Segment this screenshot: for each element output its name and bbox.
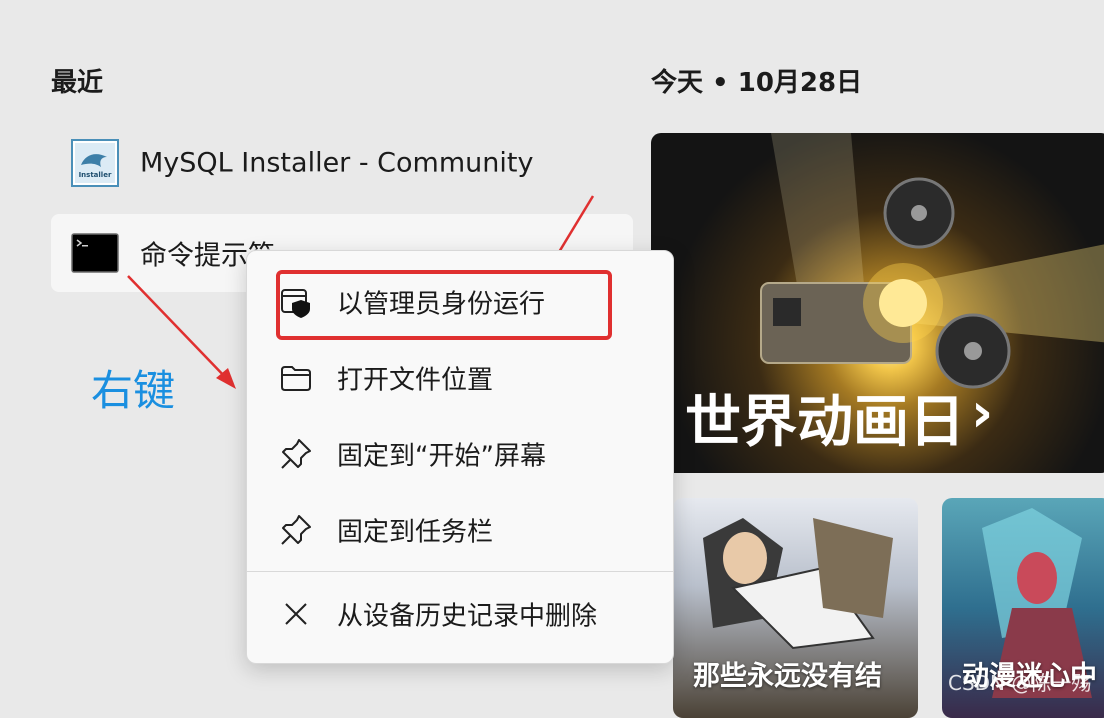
recent-item-label: MySQL Installer - Community <box>140 147 534 179</box>
menu-item-label: 打开文件位置 <box>337 365 494 396</box>
menu-item-remove-history[interactable]: 从设备历史记录中删除 <box>247 581 673 647</box>
pin-icon <box>281 515 311 545</box>
hero-card[interactable]: 世界动画日 › <box>651 133 1104 473</box>
command-prompt-icon <box>71 233 119 273</box>
menu-item-label: 固定到“开始”屏幕 <box>337 441 546 472</box>
hero-title: 世界动画日 <box>685 390 965 455</box>
menu-item-pin-taskbar[interactable]: 固定到任务栏 <box>247 497 673 563</box>
menu-item-label: 固定到任务栏 <box>337 517 494 548</box>
annotation-label: 右键 <box>91 366 176 415</box>
close-icon <box>285 603 307 625</box>
pin-icon <box>281 439 311 469</box>
mysql-installer-icon: Installer <box>71 139 119 187</box>
svg-text:Installer: Installer <box>79 171 112 179</box>
menu-divider <box>247 571 673 572</box>
menu-item-open-location[interactable]: 打开文件位置 <box>247 345 673 411</box>
folder-icon <box>281 366 311 391</box>
recent-title: 最近 <box>51 68 104 98</box>
highlight-box <box>276 270 612 340</box>
today-title: 今天 • 10月28日 <box>651 68 863 98</box>
news-card-1[interactable]: 那些永远没有结 <box>673 498 918 718</box>
recent-item-mysql[interactable]: Installer MySQL Installer - Community <box>51 124 633 202</box>
news-card-title: 那些永远没有结 <box>693 661 882 692</box>
chevron-right-icon[interactable]: › <box>971 381 993 444</box>
watermark: CSDN @陈一殇 <box>948 671 1092 695</box>
menu-item-pin-start[interactable]: 固定到“开始”屏幕 <box>247 421 673 487</box>
menu-item-label: 从设备历史记录中删除 <box>337 601 598 632</box>
